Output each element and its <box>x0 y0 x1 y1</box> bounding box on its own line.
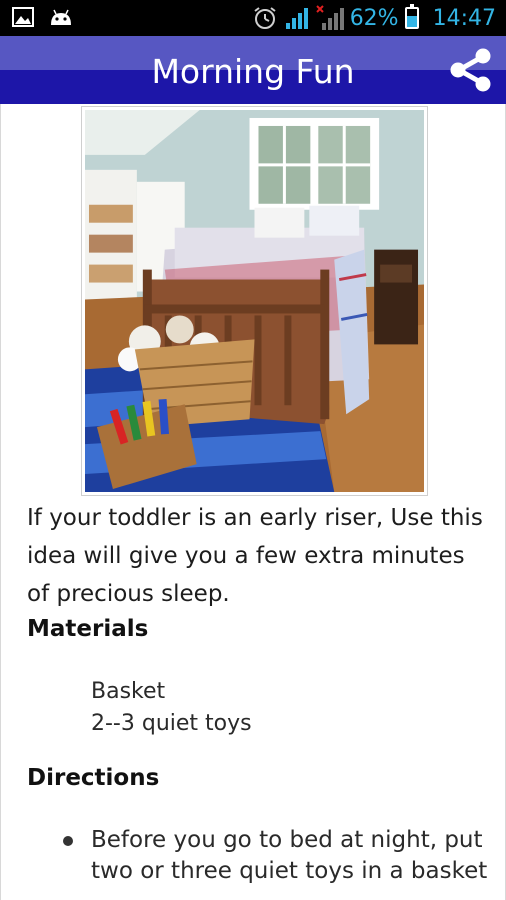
material-item: 2--3 quiet toys <box>91 711 252 736</box>
article-photo <box>81 106 428 496</box>
directions-list: Before you go to bed at night, put two o… <box>61 825 491 887</box>
no-signal-icon <box>315 5 344 30</box>
android-icon <box>51 9 71 25</box>
status-clock: 14:47 <box>432 5 496 31</box>
article-intro: If your toddler is an early riser, Use t… <box>27 505 483 607</box>
image-icon <box>12 7 34 27</box>
bedroom-photo <box>85 110 424 492</box>
direction-item: Before you go to bed at night, put two o… <box>61 825 491 887</box>
alarm-icon <box>254 7 276 29</box>
battery-charging-icon <box>404 4 419 29</box>
directions-heading: Directions <box>27 765 160 791</box>
page-title: Morning Fun <box>151 52 355 91</box>
article-content[interactable]: If your toddler is an early riser, Use t… <box>0 104 506 900</box>
status-bar: 62% 14:47 <box>0 0 506 36</box>
material-item: Basket <box>91 679 166 704</box>
battery-percent: 62% <box>349 5 399 31</box>
materials-list: Basket 2--3 quiet toys <box>91 676 252 740</box>
share-icon[interactable] <box>446 46 494 94</box>
direction-text: Before you go to bed at night, put two o… <box>91 827 488 884</box>
bullet-icon <box>63 836 73 846</box>
materials-heading: Materials <box>27 616 149 642</box>
action-bar: Morning Fun <box>0 36 506 104</box>
signal-icon <box>285 8 308 29</box>
